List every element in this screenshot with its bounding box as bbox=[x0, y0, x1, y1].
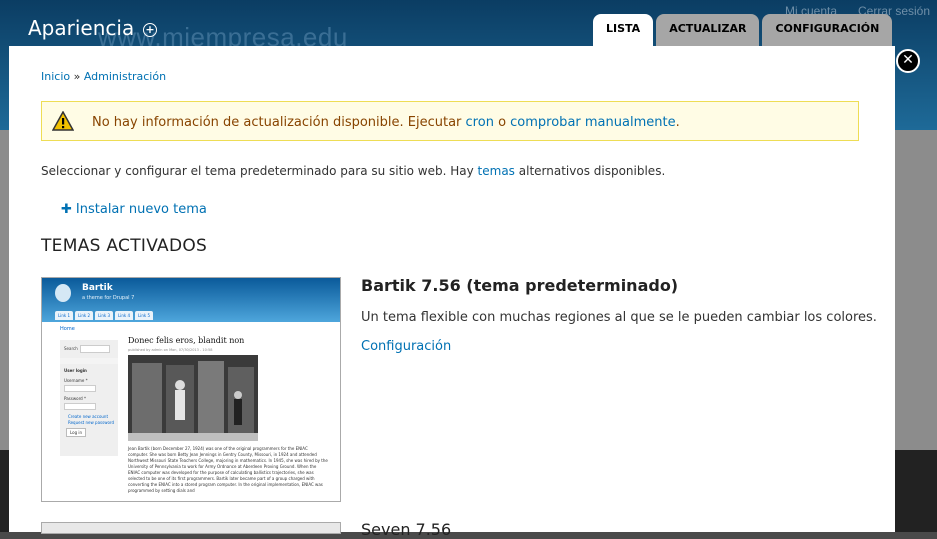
warning-text: No hay información de actualización disp… bbox=[92, 115, 680, 130]
intro-text-part: Seleccionar y configurar el tema predete… bbox=[41, 164, 478, 178]
tab-lista[interactable]: LISTA bbox=[593, 14, 654, 46]
preview-sidebar: Search bbox=[60, 340, 118, 364]
themes-link[interactable]: temas bbox=[478, 164, 515, 178]
overlay-title: Apariencia bbox=[28, 16, 135, 40]
seven-screenshot bbox=[41, 522, 341, 534]
preview-user-login: User login bbox=[64, 368, 87, 373]
preview-login-button: Log in bbox=[66, 428, 87, 437]
preview-search-block: Search bbox=[60, 340, 118, 358]
warning-icon bbox=[52, 111, 74, 131]
preview-login-block: User login Username * Password * Create … bbox=[60, 364, 118, 456]
breadcrumb-admin-link[interactable]: Administración bbox=[84, 70, 166, 83]
warning-text-part: No hay información de actualización disp… bbox=[92, 115, 466, 130]
preview-meta: published by admin on Mon, 07/30/2013 - … bbox=[128, 348, 213, 352]
intro-text-part: alternativos disponibles. bbox=[514, 164, 666, 178]
install-theme-link[interactable]: ✚ Instalar nuevo tema bbox=[61, 202, 207, 217]
preview-password-input bbox=[64, 403, 96, 410]
install-theme-label[interactable]: Instalar nuevo tema bbox=[76, 202, 207, 217]
breadcrumb-separator: » bbox=[73, 70, 81, 83]
plus-icon: ✚ bbox=[61, 202, 72, 217]
preview-search-box bbox=[80, 345, 110, 353]
intro-text: Seleccionar y configurar el tema predete… bbox=[41, 164, 665, 178]
warning-text-part: o bbox=[493, 115, 511, 130]
tab-configuracion[interactable]: CONFIGURACIÓN bbox=[762, 14, 893, 46]
theme-description-bartik: Un tema flexible con muchas regiones al … bbox=[361, 310, 877, 325]
preview-body-text: Jean Bartik (born December 27, 1924) was… bbox=[128, 446, 328, 493]
preview-tab: Link 2 bbox=[75, 311, 93, 320]
preview-header: Bartik a theme for Drupal 7 Link 1 Link … bbox=[42, 278, 340, 322]
preview-home: Home bbox=[60, 326, 75, 332]
preview-username-input bbox=[64, 385, 96, 392]
preview-body: Home Search User login Username * Passwo… bbox=[42, 322, 340, 501]
warning-message: No hay información de actualización disp… bbox=[41, 101, 859, 141]
tab-actualizar[interactable]: ACTUALIZAR bbox=[656, 14, 760, 46]
warning-text-part: . bbox=[675, 115, 680, 130]
preview-article-title: Donec felis eros, blandit non bbox=[128, 336, 245, 345]
preview-password: Password * bbox=[64, 396, 86, 401]
preview-search-label: Search bbox=[64, 346, 78, 351]
preview-username: Username * bbox=[64, 378, 88, 383]
section-title: TEMAS ACTIVADOS bbox=[41, 236, 208, 256]
preview-photo bbox=[128, 355, 258, 441]
preview-tab: Link 4 bbox=[115, 311, 133, 320]
theme-name-bartik: Bartik 7.56 (tema predeterminado) bbox=[361, 276, 679, 295]
preview-create-account: Create new account bbox=[68, 414, 109, 419]
close-icon[interactable]: ✕ bbox=[896, 49, 920, 73]
plus-circle-icon[interactable]: + bbox=[143, 23, 157, 37]
overlay-tabs: LISTA ACTUALIZAR CONFIGURACIÓN bbox=[593, 14, 893, 46]
check-manually-link[interactable]: comprobar manualmente bbox=[510, 115, 675, 130]
preview-site-name: Bartik bbox=[82, 283, 113, 293]
preview-tab: Link 3 bbox=[95, 311, 113, 320]
breadcrumb: Inicio » Administración bbox=[41, 70, 166, 83]
bartik-screenshot: Bartik a theme for Drupal 7 Link 1 Link … bbox=[41, 277, 341, 502]
theme-config-link-bartik[interactable]: Configuración bbox=[361, 339, 451, 354]
preview-tabs: Link 1 Link 2 Link 3 Link 4 Link 5 bbox=[55, 311, 153, 320]
theme-name-seven: Seven 7.56 bbox=[361, 520, 452, 539]
preview-tab: Link 5 bbox=[135, 311, 153, 320]
breadcrumb-home-link[interactable]: Inicio bbox=[41, 70, 70, 83]
preview-request-password: Request new password bbox=[68, 420, 115, 425]
preview-tab: Link 1 bbox=[55, 311, 73, 320]
drupal-logo-icon bbox=[55, 284, 71, 302]
preview-slogan: a theme for Drupal 7 bbox=[82, 295, 135, 301]
cron-link[interactable]: cron bbox=[466, 115, 494, 130]
